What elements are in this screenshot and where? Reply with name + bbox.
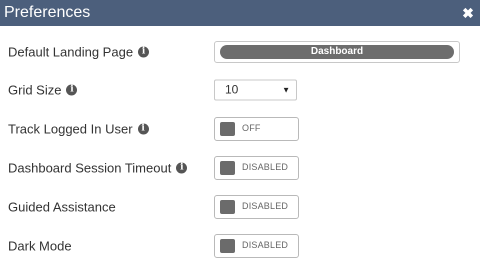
- default-landing-page-select[interactable]: Dashboard: [214, 41, 460, 63]
- dark-mode-toggle[interactable]: DISABLED: [214, 234, 299, 258]
- setting-row-grid-size: Grid Size i 10 ▼: [0, 75, 480, 105]
- info-icon[interactable]: i: [137, 123, 149, 135]
- dashboard-session-timeout-label: Dashboard Session Timeout: [8, 160, 172, 176]
- grid-size-select[interactable]: 10 ▼: [214, 79, 297, 101]
- grid-size-value: 10: [225, 82, 239, 97]
- track-logged-in-user-toggle[interactable]: OFF: [214, 117, 299, 141]
- dialog-title: Preferences: [4, 4, 91, 21]
- grid-size-label: Grid Size: [8, 82, 62, 98]
- caret-down-icon: ▼: [282, 85, 290, 95]
- dashboard-session-timeout-toggle[interactable]: DISABLED: [214, 156, 299, 180]
- toggle-state-text: DISABLED: [242, 162, 289, 172]
- info-icon[interactable]: i: [138, 46, 150, 58]
- dialog-header: Preferences ✖: [0, 0, 480, 26]
- toggle-state-text: DISABLED: [242, 201, 289, 211]
- setting-row-dashboard-session-timeout: Dashboard Session Timeout i DISABLED: [0, 153, 480, 183]
- default-landing-page-value: Dashboard: [220, 45, 454, 59]
- info-icon[interactable]: i: [66, 84, 78, 96]
- toggle-knob: [220, 239, 235, 253]
- toggle-state-text: OFF: [242, 123, 261, 133]
- toggle-state-text: DISABLED: [242, 240, 289, 250]
- toggle-knob: [220, 200, 235, 214]
- setting-row-track-logged-in-user: Track Logged In User i OFF: [0, 114, 480, 144]
- close-icon[interactable]: ✖: [457, 2, 479, 24]
- setting-row-guided-assistance: Guided Assistance DISABLED: [0, 192, 480, 222]
- setting-row-dark-mode: Dark Mode DISABLED: [0, 231, 480, 261]
- info-icon[interactable]: i: [176, 162, 188, 174]
- toggle-knob: [220, 161, 235, 175]
- toggle-knob: [220, 122, 235, 136]
- default-landing-page-label: Default Landing Page: [8, 44, 134, 60]
- track-logged-in-user-label: Track Logged In User: [8, 121, 133, 137]
- setting-row-default-landing-page: Default Landing Page i Dashboard: [0, 37, 480, 67]
- guided-assistance-label: Guided Assistance: [8, 199, 116, 215]
- dark-mode-label: Dark Mode: [8, 238, 72, 254]
- guided-assistance-toggle[interactable]: DISABLED: [214, 195, 299, 219]
